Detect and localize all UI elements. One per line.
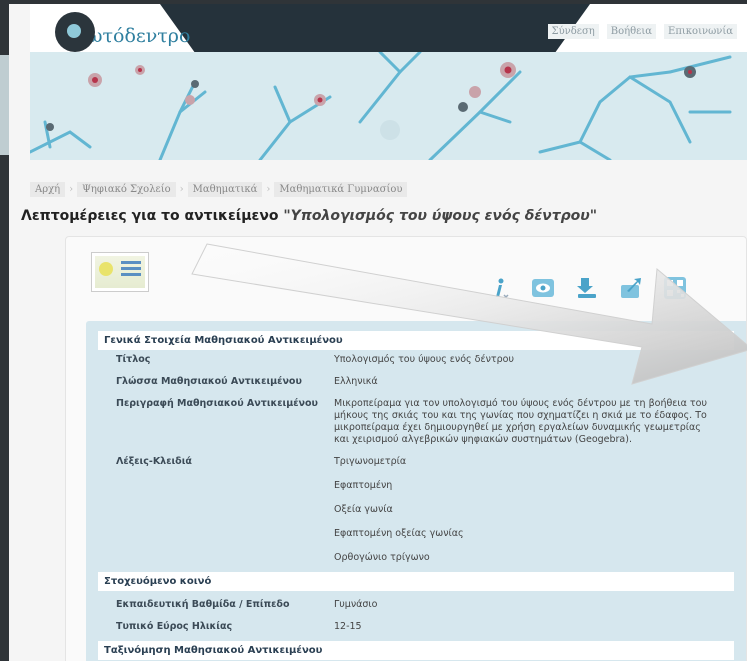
keyword-item: Εφαπτομένη xyxy=(334,480,393,491)
qr-code-icon[interactable] xyxy=(662,275,688,301)
help-link[interactable]: Βοήθεια xyxy=(606,24,657,39)
breadcrumb-home[interactable]: Αρχή xyxy=(30,182,66,197)
keywords-label: Λέξεις-Κλειδιά xyxy=(116,456,192,467)
metadata-row-title: Τίτλος Υπολογισμός του ύψους ενός δέντρο… xyxy=(98,354,734,366)
metadata-row-keywords: Λέξεις-Κλειδιά Τριγωνομετρία Εφαπτομένη … xyxy=(98,456,734,568)
site-logo[interactable]: ωτόδεντρο xyxy=(55,12,190,52)
header-links: Σύνδεση Βοήθεια Επικοινωνία xyxy=(547,24,737,39)
title-label: Τίτλος xyxy=(116,354,151,365)
tree-banner xyxy=(30,52,747,160)
section-target-audience: Στοχευόμενο κοινό xyxy=(98,572,734,591)
section-general-info: Γενικά Στοιχεία Μαθησιακού Αντικειμένου xyxy=(98,331,734,350)
title-value: Υπολογισμός του ύψους ενός δέντρου xyxy=(334,354,514,365)
keywords-list: Τριγωνομετρία Εφαπτομένη Οξεία γωνία Εφα… xyxy=(334,456,734,568)
contact-link[interactable]: Επικοινωνία xyxy=(664,24,737,39)
page-title-object: "Υπολογισμός του ύψους ενός δέντρου" xyxy=(283,208,598,224)
page-title-prefix: Λεπτομέρειες για το αντικείμενο xyxy=(21,208,279,224)
keyword-item: Τριγωνομετρία xyxy=(334,456,407,467)
keyword-item: Εφαπτομένη οξείας γωνίας xyxy=(334,528,464,539)
object-thumbnail[interactable] xyxy=(91,252,149,292)
metadata-row-level: Εκπαιδευτική Βαθμίδα / Επίπεδο Γυμνάσιο xyxy=(98,599,734,611)
section-classification: Ταξινόμηση Μαθησιακού Αντικειμένου xyxy=(98,641,734,660)
download-icon[interactable] xyxy=(574,275,600,301)
metadata-table: Γενικά Στοιχεία Μαθησιακού Αντικειμένου … xyxy=(86,321,746,661)
breadcrumb-separator-icon: › xyxy=(69,184,74,195)
breadcrumb: Αρχή › Ψηφιακό Σχολείο › Μαθηματικά › Μα… xyxy=(30,182,408,197)
breadcrumb-mathematics[interactable]: Μαθηματικά xyxy=(187,182,263,197)
breadcrumb-separator-icon: › xyxy=(266,184,271,195)
language-label: Γλώσσα Μαθησιακού Αντικειμένου xyxy=(116,376,302,387)
description-value: Μικροπείραμα για τον υπολογισμό του ύψου… xyxy=(334,398,707,445)
metadata-row-language: Γλώσσα Μαθησιακού Αντικειμένου Ελληνικά xyxy=(98,376,734,388)
level-label: Εκπαιδευτική Βαθμίδα / Επίπεδο xyxy=(116,599,290,610)
metadata-row-age: Τυπικό Εύρος Ηλικίας 12-15 xyxy=(98,621,734,633)
page: ωτόδεντρο Σύνδεση Βοήθεια Επικοινωνία Αρ… xyxy=(9,4,747,661)
header: ωτόδεντρο Σύνδεση Βοήθεια Επικοινωνία xyxy=(30,4,747,52)
keyword-item: Ορθογώνιο τρίγωνο xyxy=(334,552,430,563)
object-details-card: Γενικά Στοιχεία Μαθησιακού Αντικειμένου … xyxy=(65,236,747,661)
info-icon[interactable] xyxy=(486,275,512,301)
header-dark-band xyxy=(160,4,590,52)
preview-icon[interactable] xyxy=(530,275,556,301)
breadcrumb-digital-school[interactable]: Ψηφιακό Σχολείο xyxy=(77,182,176,197)
share-icon[interactable] xyxy=(618,275,644,301)
breadcrumb-gymnasium-math[interactable]: Μαθηματικά Γυμνασίου xyxy=(274,182,408,197)
age-label: Τυπικό Εύρος Ηλικίας xyxy=(116,621,233,632)
keyword-item: Οξεία γωνία xyxy=(334,504,393,515)
action-toolbar xyxy=(486,275,688,301)
level-value: Γυμνάσιο xyxy=(334,599,378,610)
logo-text: ωτόδεντρο xyxy=(87,25,191,47)
language-value: Ελληνικά xyxy=(334,376,378,387)
page-title: Λεπτομέρειες για το αντικείμενο "Υπολογι… xyxy=(21,208,597,224)
thumbnail-image xyxy=(95,256,145,288)
logo-icon xyxy=(55,12,95,52)
description-label: Περιγραφή Μαθησιακού Αντικειμένου xyxy=(116,398,318,409)
window-frame-left xyxy=(0,0,9,661)
frame-highlight xyxy=(0,55,9,155)
age-value: 12-15 xyxy=(334,621,362,632)
login-link[interactable]: Σύνδεση xyxy=(547,24,599,39)
metadata-row-description: Περιγραφή Μαθησιακού Αντικειμένου Μικροπ… xyxy=(98,398,734,446)
breadcrumb-separator-icon: › xyxy=(179,184,184,195)
tree-branches-illustration xyxy=(30,52,732,160)
